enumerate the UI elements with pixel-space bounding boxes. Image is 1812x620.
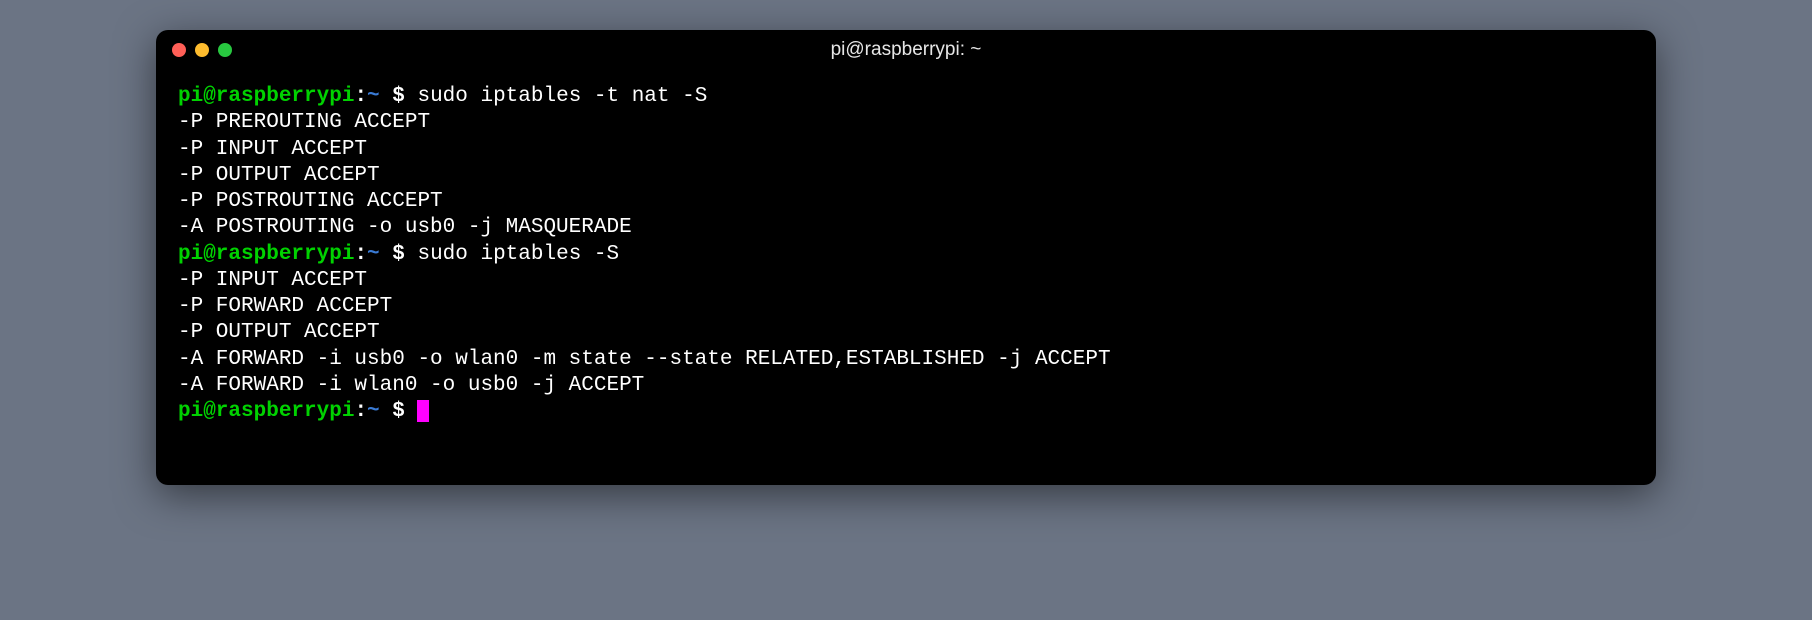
close-icon[interactable] [172, 43, 186, 57]
command-text: sudo iptables -S [417, 243, 619, 266]
output-text: -P POSTROUTING ACCEPT [178, 190, 443, 213]
terminal-window: pi@raspberrypi: ~ pi@raspberrypi:~ $ sud… [156, 30, 1656, 485]
output-line: -P OUTPUT ACCEPT [178, 163, 1634, 189]
output-text: -P INPUT ACCEPT [178, 269, 367, 292]
output-text: -A POSTROUTING -o usb0 -j MASQUERADE [178, 216, 632, 239]
prompt-line: pi@raspberrypi:~ $ sudo iptables -S [178, 242, 1634, 268]
output-line: -P INPUT ACCEPT [178, 137, 1634, 163]
prompt-colon: : [354, 243, 367, 266]
cursor-icon [417, 400, 429, 422]
traffic-lights [172, 43, 232, 57]
window-title: pi@raspberrypi: ~ [156, 39, 1656, 61]
prompt-colon: : [354, 85, 367, 108]
output-text: -P FORWARD ACCEPT [178, 295, 392, 318]
output-line: -P POSTROUTING ACCEPT [178, 189, 1634, 215]
maximize-icon[interactable] [218, 43, 232, 57]
terminal-body[interactable]: pi@raspberrypi:~ $ sudo iptables -t nat … [156, 70, 1656, 485]
output-text: -P PREROUTING ACCEPT [178, 111, 430, 134]
title-bar: pi@raspberrypi: ~ [156, 30, 1656, 70]
prompt-dollar: $ [380, 400, 418, 423]
output-line: -P FORWARD ACCEPT [178, 294, 1634, 320]
command-text: sudo iptables -t nat -S [417, 85, 707, 108]
output-line: -A FORWARD -i usb0 -o wlan0 -m state --s… [178, 347, 1634, 373]
output-text: -P INPUT ACCEPT [178, 138, 367, 161]
output-line: -A POSTROUTING -o usb0 -j MASQUERADE [178, 215, 1634, 241]
prompt-path: ~ [367, 85, 380, 108]
prompt-colon: : [354, 400, 367, 423]
prompt-dollar: $ [380, 243, 418, 266]
prompt-user-host: pi@raspberrypi [178, 243, 354, 266]
output-line: -P OUTPUT ACCEPT [178, 320, 1634, 346]
minimize-icon[interactable] [195, 43, 209, 57]
output-line: -P PREROUTING ACCEPT [178, 110, 1634, 136]
output-line: -P INPUT ACCEPT [178, 268, 1634, 294]
prompt-user-host: pi@raspberrypi [178, 400, 354, 423]
prompt-line: pi@raspberrypi:~ $ sudo iptables -t nat … [178, 84, 1634, 110]
output-line: -A FORWARD -i wlan0 -o usb0 -j ACCEPT [178, 373, 1634, 399]
prompt-dollar: $ [380, 85, 418, 108]
output-text: -A FORWARD -i wlan0 -o usb0 -j ACCEPT [178, 374, 644, 397]
output-text: -P OUTPUT ACCEPT [178, 164, 380, 187]
prompt-path: ~ [367, 243, 380, 266]
output-text: -A FORWARD -i usb0 -o wlan0 -m state --s… [178, 348, 1111, 371]
prompt-path: ~ [367, 400, 380, 423]
prompt-line: pi@raspberrypi:~ $ [178, 399, 1634, 425]
output-text: -P OUTPUT ACCEPT [178, 321, 380, 344]
prompt-user-host: pi@raspberrypi [178, 85, 354, 108]
